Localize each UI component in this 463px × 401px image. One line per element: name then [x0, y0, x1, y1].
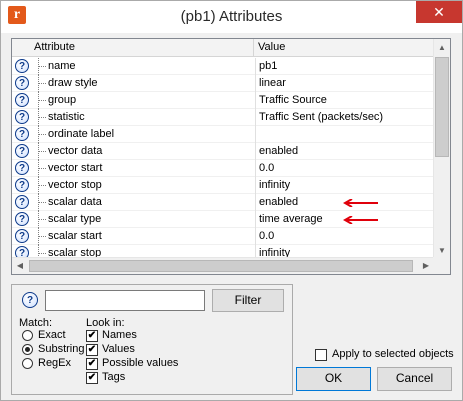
attributes-table: Attribute Value ? name pb1 ? draw style …: [11, 38, 451, 275]
attribute-value[interactable]: pb1: [255, 58, 434, 75]
title-bar: r (pb1) Attributes ✕: [1, 1, 462, 33]
table-header: Attribute Value: [12, 39, 434, 57]
checkbox-names[interactable]: [86, 330, 98, 342]
attribute-value[interactable]: Traffic Source: [255, 92, 434, 109]
table-row[interactable]: ? scalar start 0.0: [12, 228, 434, 245]
checkbox-names-label: Names: [102, 329, 137, 341]
attribute-value[interactable]: [255, 126, 434, 143]
tree-connector: [38, 58, 46, 75]
help-icon[interactable]: ?: [15, 93, 29, 107]
radio-exact-label: Exact: [38, 329, 66, 341]
red-arrow-icon: [343, 216, 378, 224]
checkbox-tags[interactable]: [86, 372, 98, 384]
value-column-header[interactable]: Value: [255, 39, 434, 57]
table-row[interactable]: ? ordinate label: [12, 126, 434, 143]
scroll-right-icon[interactable]: ▶: [418, 258, 434, 274]
help-icon[interactable]: ?: [22, 292, 38, 308]
scroll-corner: [433, 257, 450, 274]
ok-button-label: OK: [324, 371, 343, 385]
help-icon[interactable]: ?: [15, 144, 29, 158]
apply-to-selected-label: Apply to selected objects: [332, 348, 454, 360]
close-icon: ✕: [433, 4, 445, 20]
attribute-name: scalar start: [48, 230, 102, 242]
tree-connector: [38, 177, 46, 194]
help-icon[interactable]: ?: [15, 110, 29, 124]
attribute-value[interactable]: infinity: [255, 177, 434, 194]
tree-connector: [38, 92, 46, 109]
radio-substring[interactable]: [22, 344, 33, 355]
table-row[interactable]: ? group Traffic Source: [12, 92, 434, 109]
tree-connector: [38, 143, 46, 160]
checkbox-tags-label: Tags: [102, 371, 126, 383]
attribute-name: scalar data: [48, 196, 102, 208]
window-title: (pb1) Attributes: [180, 8, 283, 25]
table-row[interactable]: ? statistic Traffic Sent (packets/sec): [12, 109, 434, 126]
attribute-value[interactable]: linear: [255, 75, 434, 92]
attribute-name: statistic: [48, 111, 85, 123]
help-icon[interactable]: ?: [15, 178, 29, 192]
attribute-name: vector data: [48, 145, 103, 157]
search-input[interactable]: [45, 290, 205, 311]
help-icon[interactable]: ?: [15, 161, 29, 175]
checkbox-possible-values[interactable]: [86, 358, 98, 370]
find-panel: ? Filter Match: Exact Substring RegEx Lo…: [11, 284, 293, 395]
filter-button[interactable]: Filter: [212, 289, 284, 312]
attribute-value[interactable]: 0.0: [255, 228, 434, 245]
table-row[interactable]: ? vector start 0.0: [12, 160, 434, 177]
table-row[interactable]: ? vector data enabled: [12, 143, 434, 160]
tree-connector: [38, 211, 46, 228]
help-icon[interactable]: ?: [15, 229, 29, 243]
tree-connector: [38, 194, 46, 211]
help-icon[interactable]: ?: [15, 127, 29, 141]
tree-connector: [38, 126, 46, 143]
table-row[interactable]: ? vector stop infinity: [12, 177, 434, 194]
radio-substring-label: Substring: [38, 343, 85, 355]
attribute-column-header[interactable]: Attribute: [12, 39, 254, 57]
checkbox-values[interactable]: [86, 344, 98, 356]
tree-connector: [38, 160, 46, 177]
close-button[interactable]: ✕: [416, 1, 462, 23]
tree-connector: [38, 228, 46, 245]
scroll-up-icon[interactable]: ▲: [434, 39, 450, 56]
scroll-thumb[interactable]: [435, 57, 449, 157]
help-icon[interactable]: ?: [15, 212, 29, 226]
horizontal-scrollbar[interactable]: ◀ ▶: [12, 257, 434, 274]
attributes-dialog: r (pb1) Attributes ✕ Attribute Value ? n…: [0, 0, 463, 401]
attribute-value[interactable]: 0.0: [255, 160, 434, 177]
attribute-name: scalar type: [48, 213, 102, 225]
help-icon[interactable]: ?: [15, 76, 29, 90]
help-icon[interactable]: ?: [15, 59, 29, 73]
ok-button[interactable]: OK: [296, 367, 371, 391]
radio-regex[interactable]: [22, 358, 33, 369]
attribute-value[interactable]: Traffic Sent (packets/sec): [255, 109, 434, 126]
tree-connector: [38, 75, 46, 92]
table-row[interactable]: ? draw style linear: [12, 75, 434, 92]
attribute-name: vector start: [48, 162, 103, 174]
attribute-name: name: [48, 60, 76, 72]
table-row[interactable]: ? name pb1: [12, 58, 434, 75]
checkbox-values-label: Values: [102, 343, 135, 355]
attribute-name: group: [48, 94, 77, 106]
scroll-thumb[interactable]: [29, 260, 413, 272]
vertical-scrollbar[interactable]: ▲ ▼: [433, 39, 450, 259]
attribute-value[interactable]: enabled: [255, 143, 434, 160]
cancel-button[interactable]: Cancel: [377, 367, 452, 391]
attribute-name: ordinate label: [48, 128, 115, 140]
attribute-name: vector stop: [48, 179, 102, 191]
radio-exact[interactable]: [22, 330, 33, 341]
scroll-left-icon[interactable]: ◀: [12, 258, 28, 274]
red-arrow-icon: [343, 199, 378, 207]
lookin-label: Look in:: [86, 317, 125, 329]
filter-button-label: Filter: [234, 293, 262, 307]
radio-regex-label: RegEx: [38, 357, 72, 369]
tree-connector: [38, 109, 46, 126]
cancel-button-label: Cancel: [395, 371, 434, 385]
attribute-name: draw style: [48, 77, 98, 89]
checkbox-possible-values-label: Possible values: [102, 357, 179, 369]
match-label: Match:: [19, 317, 53, 329]
help-icon[interactable]: ?: [15, 195, 29, 209]
apply-to-selected-checkbox[interactable]: [315, 349, 327, 361]
